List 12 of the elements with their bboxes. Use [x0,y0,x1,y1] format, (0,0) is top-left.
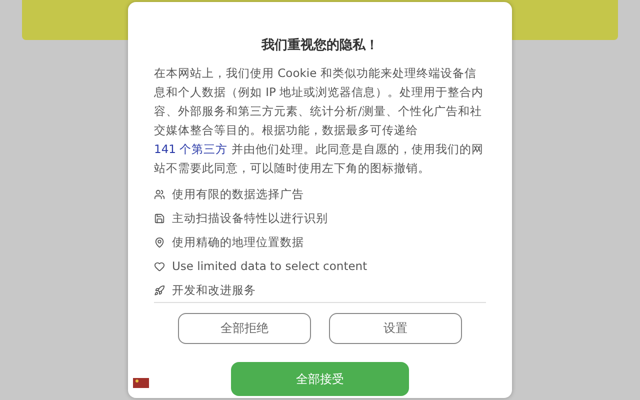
purpose-label: 使用精确的地理位置数据 [172,234,304,250]
flag-icon[interactable] [133,378,149,388]
purpose-label: Use limited data to select content [172,259,368,273]
purpose-label: 主动扫描设备特性以进行识别 [172,210,328,226]
location-icon [154,236,165,248]
purpose-label: 开发和改进服务 [172,282,256,298]
third-parties-link[interactable]: 141 个第三方 [154,142,228,156]
intro-text: 在本网站上，我们使用 Cookie 和类似功能来处理终端设备信息和个人数据（例如 IP 地址或浏览器信息）。处理用于整合内容、外部服务和第三方元素、统计分析/测量、个性化广告和社交媒体整合等目的。根据功能，数据最多可传递给 141 个第三方 并由他们处理。此同意是自愿的，使用我们的网站不需要此同意，可以随时使用左下角的图标撤销。 [154,65,485,177]
purpose-label: 使用有限的数据选择广告 [172,186,304,202]
dialog-button[interactable]: 全部拒绝 [178,313,311,344]
dialog-button[interactable]: 设置 [329,313,462,344]
dialog-title: 我们重视您的隐私！ [260,36,380,54]
